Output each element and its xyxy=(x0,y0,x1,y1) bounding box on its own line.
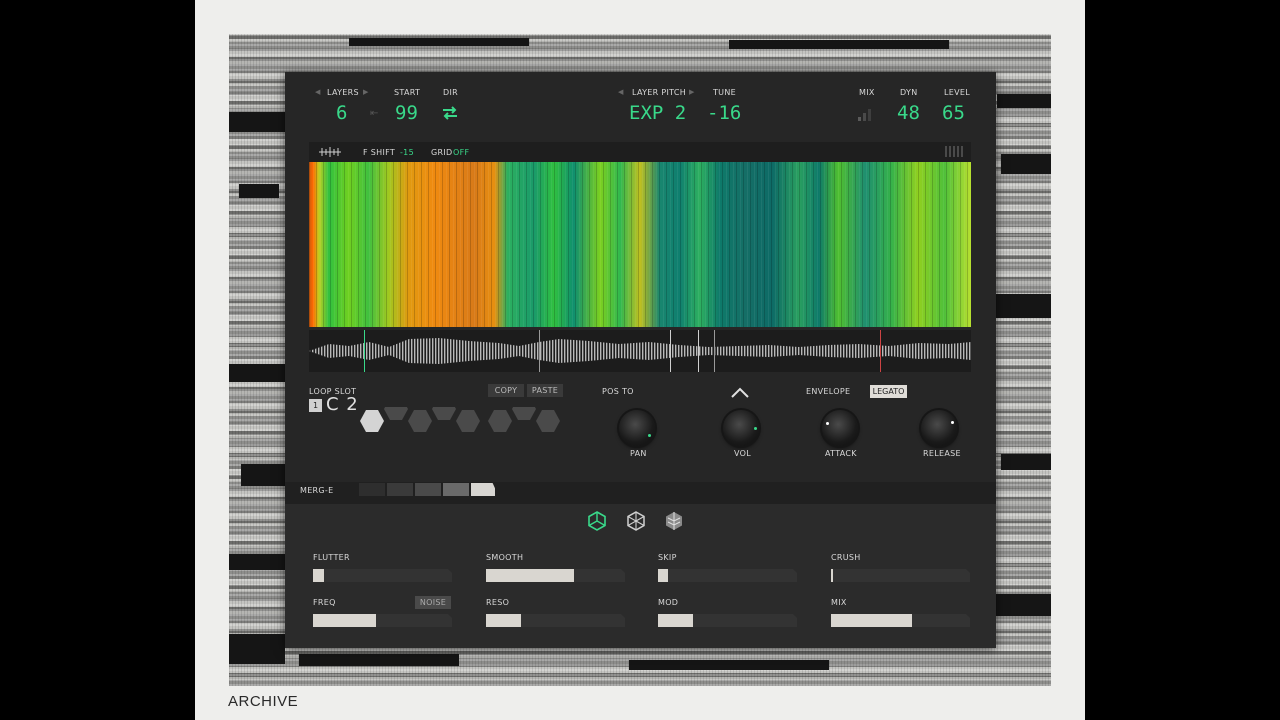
release-label: RELEASE xyxy=(923,449,961,458)
fx-mode-3-icon[interactable] xyxy=(664,511,684,531)
smooth-slider[interactable] xyxy=(486,569,625,582)
smooth-label: SMOOTH xyxy=(486,553,524,562)
mix-label: MIX xyxy=(859,88,875,97)
skip-label: SKIP xyxy=(658,553,677,562)
plugin-window: ◀ LAYERS ▶ 6 ⇤ START 99 DIR ◀ LAYER PITC… xyxy=(285,72,996,648)
vol-knob[interactable] xyxy=(723,410,759,446)
swap-arrows-icon[interactable] xyxy=(441,105,459,121)
f-shift-value[interactable]: -15 xyxy=(400,148,414,157)
layers-label: LAYERS xyxy=(327,88,359,97)
fx-mode-2-icon[interactable] xyxy=(626,511,646,531)
signal-bars-icon[interactable] xyxy=(857,107,873,121)
crush-label: CRUSH xyxy=(831,553,861,562)
merge-slot-3[interactable] xyxy=(415,483,441,496)
loop-slot-number[interactable]: 1 xyxy=(309,399,322,412)
crush-slider-fill xyxy=(831,569,833,582)
vol-label: VOL xyxy=(734,449,751,458)
layer-pitch-prev-arrow-icon[interactable]: ◀ xyxy=(618,88,623,96)
grid-density-icon[interactable] xyxy=(945,146,965,157)
dyn-value[interactable]: 48 xyxy=(897,102,920,124)
layers-next-arrow-icon[interactable]: ▶ xyxy=(363,88,368,96)
layer-pitch-label: LAYER PITCH xyxy=(632,88,687,97)
mod-slider[interactable] xyxy=(658,614,797,627)
mod-label: MOD xyxy=(658,598,679,607)
hex-slot-7 xyxy=(512,407,536,420)
dir-label: DIR xyxy=(443,88,458,97)
mod-slider-fill xyxy=(658,614,693,627)
noise-button[interactable]: NOISE xyxy=(415,596,451,609)
merge-slot-5[interactable] xyxy=(471,483,495,496)
merge-slot-2[interactable] xyxy=(387,483,413,496)
legato-toggle[interactable]: LEGATO xyxy=(870,385,907,398)
waveform-toggle-icon[interactable] xyxy=(319,147,341,157)
chevron-up-icon[interactable] xyxy=(730,387,750,399)
attack-knob[interactable] xyxy=(822,410,858,446)
smooth-slider-fill xyxy=(486,569,574,582)
flutter-slider-fill xyxy=(313,569,325,582)
skip-slider[interactable] xyxy=(658,569,797,582)
mix-fx-label: MIX xyxy=(831,598,847,607)
copy-button[interactable]: COPY xyxy=(488,384,524,397)
level-label: LEVEL xyxy=(944,88,970,97)
waveform-display[interactable] xyxy=(309,330,971,372)
freq-slider[interactable] xyxy=(313,614,452,627)
reso-slider[interactable] xyxy=(486,614,625,627)
hex-slot-8 xyxy=(536,410,560,432)
loop-slot-hex-grid[interactable] xyxy=(358,407,568,452)
start-marker-icon: ⇤ xyxy=(370,108,379,119)
flutter-slider[interactable] xyxy=(313,569,452,582)
fx-mode-1-icon[interactable] xyxy=(587,511,607,531)
hex-slot-2 xyxy=(384,407,408,420)
mix-fx-slider-fill xyxy=(831,614,912,627)
skip-slider-fill xyxy=(658,569,668,582)
freq-slider-fill xyxy=(313,614,376,627)
hex-slot-4 xyxy=(432,407,456,420)
start-value[interactable]: 99 xyxy=(395,102,418,124)
dyn-label: DYN xyxy=(900,88,918,97)
archive-caption: ARCHIVE xyxy=(228,693,299,710)
attack-label: ATTACK xyxy=(825,449,857,458)
pan-knob[interactable] xyxy=(619,410,655,446)
hex-slot-3 xyxy=(408,410,432,432)
mix-fx-slider[interactable] xyxy=(831,614,970,627)
pos-to-label: POS TO xyxy=(602,387,634,396)
release-knob[interactable] xyxy=(921,410,957,446)
layer-pitch-value[interactable]: EXP 2 xyxy=(629,102,686,124)
envelope-label: ENVELOPE xyxy=(806,387,851,396)
tune-label: TUNE xyxy=(713,88,736,97)
layer-pitch-next-arrow-icon[interactable]: ▶ xyxy=(689,88,694,96)
loop-note[interactable]: C 2 xyxy=(326,394,359,415)
spectrum-display[interactable] xyxy=(309,162,971,327)
paste-button[interactable]: PASTE xyxy=(527,384,563,397)
level-value[interactable]: 65 xyxy=(942,102,965,124)
reso-slider-fill xyxy=(486,614,521,627)
crush-slider[interactable] xyxy=(831,569,970,582)
merge-slot-4[interactable] xyxy=(443,483,469,496)
spectrum-toolbar: F SHIFT -15 GRID OFF xyxy=(309,142,971,162)
f-shift-label: F SHIFT xyxy=(363,148,396,157)
waveform-graphic xyxy=(309,330,971,372)
tune-value[interactable]: -16 xyxy=(707,102,741,124)
grid-value[interactable]: OFF xyxy=(453,148,469,157)
grid-label: GRID xyxy=(431,148,453,157)
merge-slot-1[interactable] xyxy=(359,483,385,496)
hex-slot-1 xyxy=(360,410,384,432)
hex-slot-6 xyxy=(488,410,512,432)
pan-label: PAN xyxy=(630,449,647,458)
flutter-label: FLUTTER xyxy=(313,553,350,562)
merge-label: MERG-E xyxy=(300,486,334,495)
layers-value[interactable]: 6 xyxy=(336,102,347,124)
layers-prev-arrow-icon[interactable]: ◀ xyxy=(315,88,320,96)
reso-label: RESO xyxy=(486,598,510,607)
start-label: START xyxy=(394,88,421,97)
freq-label: FREQ xyxy=(313,598,336,607)
hex-slot-5 xyxy=(456,410,480,432)
